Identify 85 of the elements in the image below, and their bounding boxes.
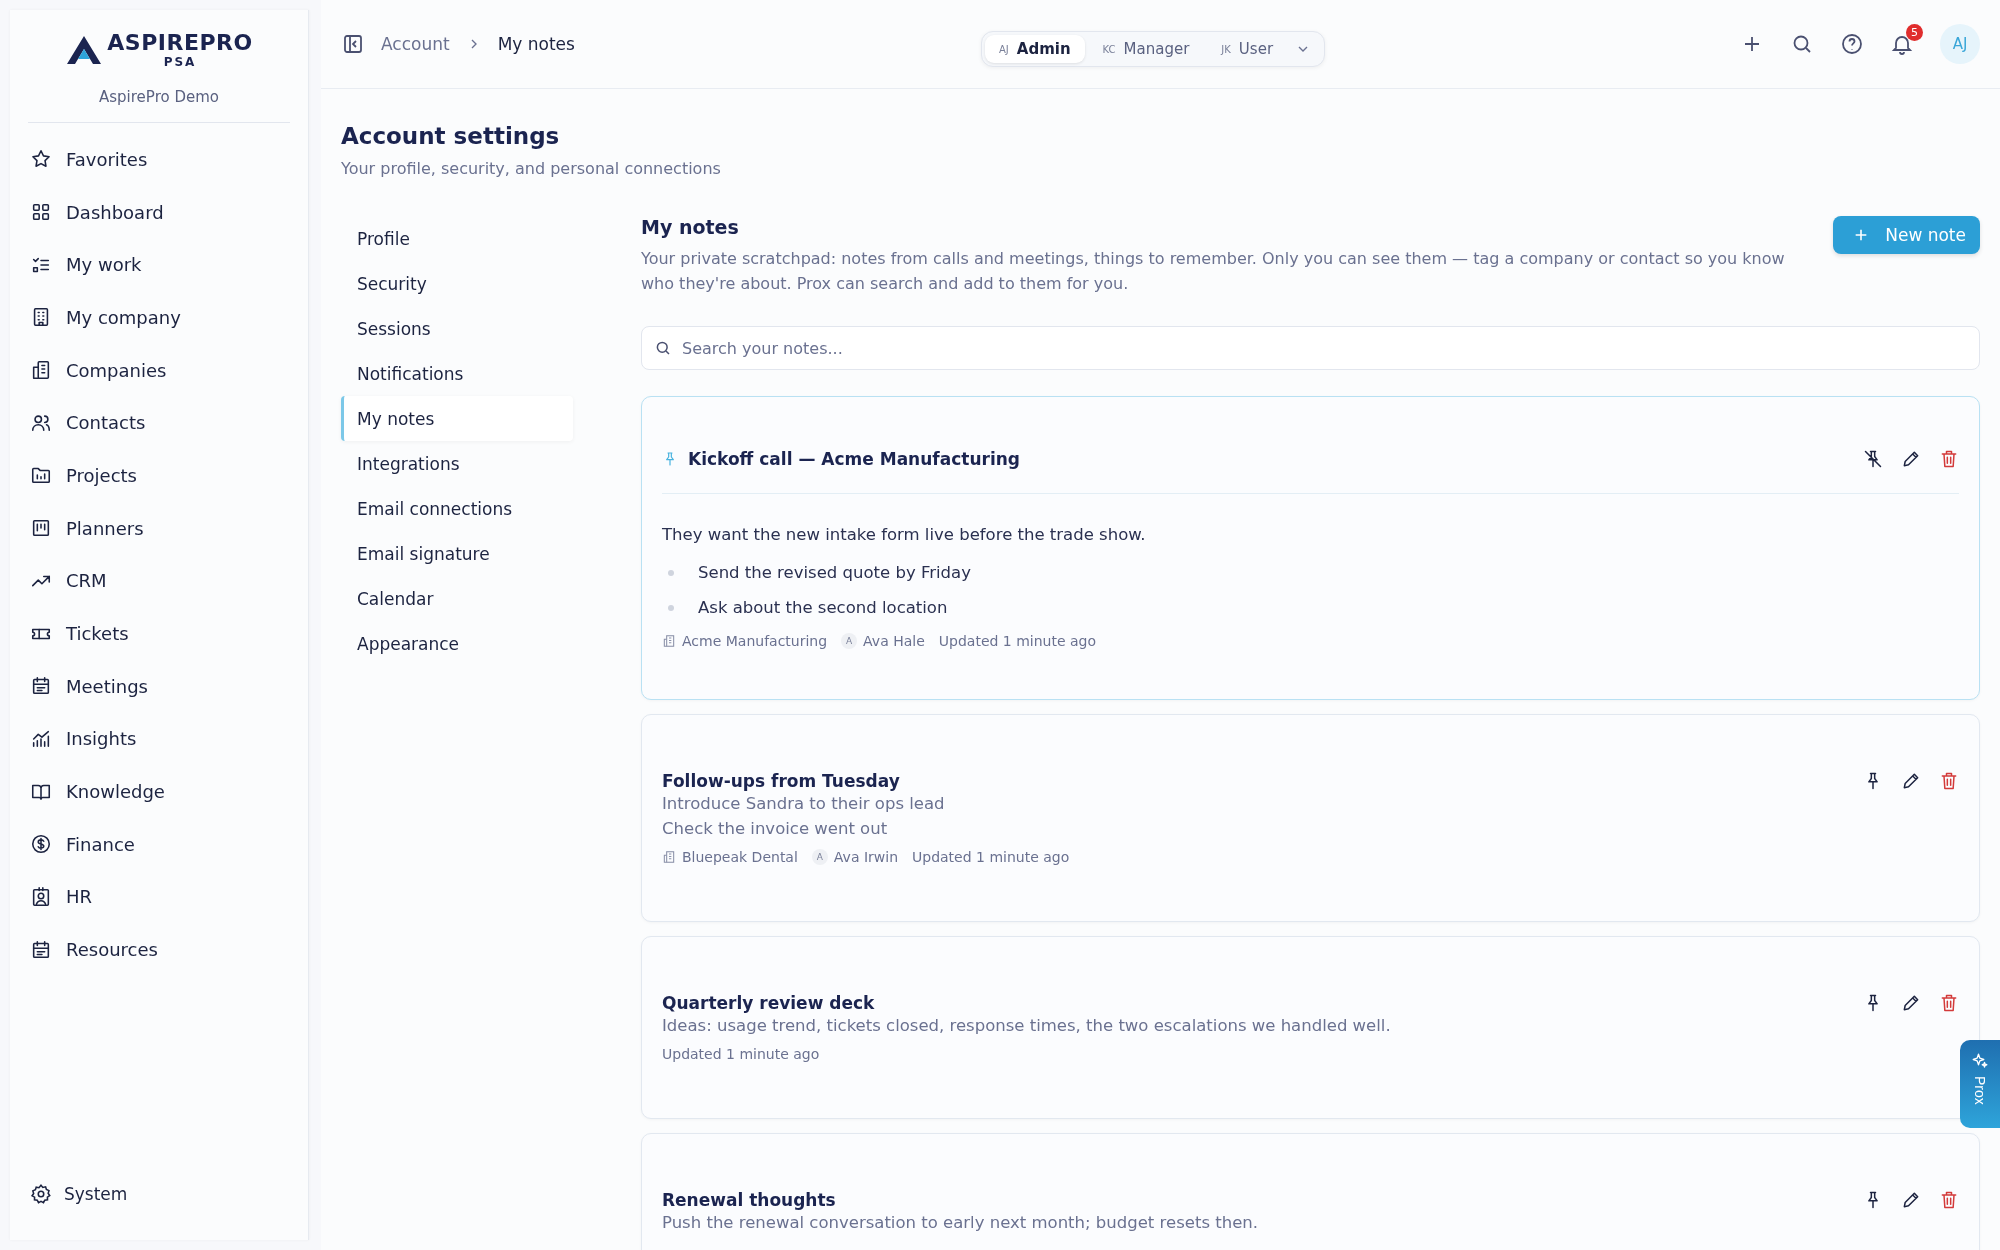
note-bullet: Send the revised quote by Friday [698,563,971,582]
dollar-icon [30,833,52,856]
assistant-tab[interactable]: Prox [1960,1040,2000,1128]
delete-icon[interactable] [1939,1190,1959,1210]
note-text: Check the invoice went out [662,818,889,840]
settings-tab[interactable]: Email connections [341,486,573,531]
section-description: Your private scratchpad: notes from calls and meetings, things to remember. Only you can see them — tag a company or contact so you know who they're about. Prox can search and add to them for you. [641,248,1786,295]
badge-icon [30,885,52,908]
settings-tab[interactable]: Appearance [341,621,573,666]
edit-icon[interactable] [1901,449,1921,469]
settings-tab[interactable]: My notes [341,396,573,441]
role-tab[interactable]: AJ Admin [985,35,1085,63]
building-icon [662,634,676,648]
section-title: My notes [641,216,740,238]
nav-item[interactable]: My work [66,254,142,276]
company-tag[interactable]: Acme Manufacturing [682,633,828,649]
edit-icon[interactable] [1901,993,1921,1013]
sparkle-icon [1971,1052,1989,1070]
role-tab[interactable]: KC Manager [1088,35,1204,63]
page-subtitle: Your profile, security, and personal connections [341,159,722,178]
edit-icon[interactable] [1901,771,1921,791]
sidebar-toggle-icon[interactable] [341,32,365,56]
contact-avatar: A [841,633,858,649]
note-title: Follow-ups from Tuesday [662,771,901,791]
breadcrumb: My notes [497,34,575,54]
note-bullet: Ask about the second location [698,598,948,617]
nav-item[interactable]: CRM [66,570,107,592]
edit-icon[interactable] [1901,1190,1921,1210]
note-title: Quarterly review deck [662,993,876,1013]
logo-subtitle: PSA [163,56,197,68]
contact-tag[interactable]: Ava Irwin [833,849,898,865]
notification-count: 5 [1906,24,1923,41]
nav-item[interactable]: Planners [66,517,144,539]
settings-tab[interactable]: Notifications [341,351,573,396]
building-icon [662,850,676,864]
nav-item[interactable]: Finance [66,833,135,855]
nav-item[interactable]: HR [66,886,93,908]
unpin-icon[interactable] [1863,449,1883,469]
nav-item[interactable]: Meetings [66,675,148,697]
note-text: Push the renewal conversation to early next month; budget resets then. [662,1212,1259,1234]
delete-icon[interactable] [1939,449,1959,469]
page-title: Account settings [341,123,561,149]
updated-time: Updated 1 minute ago [662,1046,820,1062]
delete-icon[interactable] [1939,771,1959,791]
contact-tag[interactable]: Ava Hale [863,633,925,649]
buildings-icon [30,359,52,382]
nav-item[interactable]: Insights [66,728,137,750]
nav-item[interactable]: System [64,1183,128,1204]
nav-item[interactable]: Tickets [66,623,129,645]
calendar-icon [30,938,52,961]
nav-item[interactable]: Contacts [66,412,146,434]
nav-item[interactable]: Knowledge [66,781,165,803]
bullet-icon [668,604,674,611]
help-icon[interactable] [1840,32,1864,56]
settings-tab[interactable]: Email signature [341,531,573,576]
nav-item[interactable]: Favorites [66,148,148,170]
company-tag[interactable]: Bluepeak Dental [682,849,798,865]
updated-time: Updated 1 minute ago [938,633,1097,649]
note-text: Ideas: usage trend, tickets closed, response times, the two escalations we handled well. [662,1015,1392,1037]
settings-tab[interactable]: Security [341,261,573,306]
nav-item[interactable]: Resources [66,939,158,961]
note-title: Kickoff call — Acme Manufacturing [688,449,1021,469]
logo-name: ASPIREPRO [107,32,253,54]
search-icon [654,339,672,357]
note-title: Renewal thoughts [662,1190,837,1210]
settings-tab[interactable]: Profile [341,216,573,261]
settings-icon [30,1182,52,1205]
note-text: They want the new intake form live before the trade show. [662,524,1147,546]
breadcrumb[interactable]: Account [381,34,450,54]
delete-icon[interactable] [1939,993,1959,1013]
contact-avatar: A [811,849,828,865]
org-name: AspirePro Demo [99,88,219,106]
nav-item[interactable]: Dashboard [66,201,164,223]
search-field[interactable]: Search your notes... [641,326,1980,370]
updated-time: Updated 1 minute ago [912,849,1070,865]
nav-item[interactable]: Companies [66,359,167,381]
logo-icon [65,34,104,66]
nav-item[interactable]: Projects [66,464,137,486]
bullet-icon [668,569,674,576]
note-text: Introduce Sandra to their ops lead [662,793,946,815]
settings-tab[interactable]: Calendar [341,576,573,621]
nav-item[interactable]: My company [66,306,181,328]
settings-tab[interactable]: Integrations [341,441,573,486]
role-tab[interactable]: JK User [1207,35,1288,63]
settings-tab[interactable]: Sessions [341,306,573,351]
